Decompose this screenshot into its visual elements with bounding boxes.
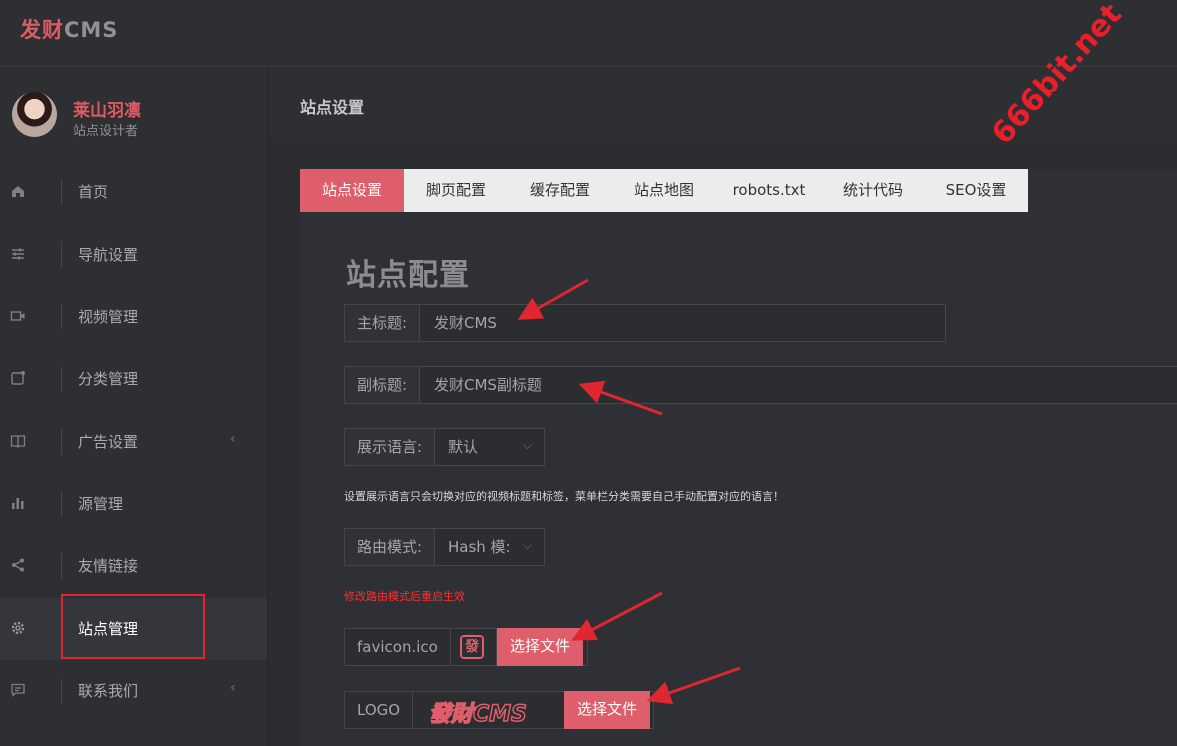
main-title-label: 主标题: bbox=[345, 305, 421, 341]
chevron-left-icon: ‹ bbox=[230, 680, 236, 696]
nav-separator bbox=[61, 242, 62, 268]
route-warning: 修改路由模式后重启生效 bbox=[344, 590, 465, 603]
favicon-choose-file-button[interactable]: 选择文件 bbox=[497, 628, 584, 666]
sidebar-item-label: 源管理 bbox=[78, 495, 124, 513]
language-label: 展示语言: bbox=[345, 429, 436, 465]
logo-preview-image: 發財CMS bbox=[428, 701, 527, 728]
sidebar-item-label: 广告设置 bbox=[78, 433, 139, 451]
sliders-icon bbox=[12, 248, 24, 260]
sidebar-item-navigation[interactable]: 导航设置 bbox=[0, 224, 267, 286]
language-selected-value: 默认 bbox=[448, 438, 479, 456]
tab-footer-config[interactable]: 脚页配置 bbox=[404, 169, 508, 212]
sidebar-item-source[interactable]: 源管理 bbox=[0, 473, 267, 535]
tab-stats-code[interactable]: 统计代码 bbox=[822, 169, 924, 212]
tab-seo[interactable]: SEO设置 bbox=[924, 169, 1028, 212]
language-hint: 设置展示语言只会切换对应的视频标题和标签，菜单栏分类需要自己手动配置对应的语言！ bbox=[344, 490, 784, 503]
nav-separator bbox=[61, 491, 62, 517]
sidebar-item-contact[interactable]: 联系我们 ‹ bbox=[0, 660, 267, 722]
video-icon bbox=[10, 311, 25, 321]
route-mode-selected-value: Hash 模: bbox=[448, 538, 511, 556]
annotation-highlight-box bbox=[61, 594, 205, 659]
logo-label: LOGO bbox=[345, 692, 414, 728]
logo-preview: 發財CMS bbox=[412, 692, 564, 728]
language-select[interactable]: 默认 ⌵ bbox=[436, 428, 545, 466]
favicon-preview: 發 bbox=[447, 629, 497, 665]
chevron-left-icon: ‹ bbox=[230, 431, 236, 447]
section-title: 站点配置 bbox=[346, 258, 470, 293]
gear-icon bbox=[11, 621, 25, 635]
tab-cache-config[interactable]: 缓存配置 bbox=[508, 169, 612, 212]
sidebar-item-links[interactable]: 友情链接 bbox=[0, 535, 267, 597]
sidebar-item-label: 视频管理 bbox=[78, 308, 139, 326]
brand-text-secondary: CMS bbox=[64, 18, 119, 42]
tab-sitemap[interactable]: 站点地图 bbox=[612, 169, 716, 212]
nav-separator bbox=[61, 429, 62, 455]
sidebar-item-category[interactable]: 分类管理 bbox=[0, 348, 267, 410]
nav-separator bbox=[61, 179, 62, 205]
logo-upload-row: LOGO 發財CMS 选择文件 bbox=[344, 691, 654, 729]
share-icon bbox=[12, 558, 24, 572]
sidebar-item-label: 联系我们 bbox=[78, 682, 139, 700]
favicon-upload-row: favicon.ico 發 选择文件 bbox=[344, 628, 588, 666]
sub-title-field: 副标题: 发财CMS副标题 bbox=[344, 366, 1177, 404]
nav-separator bbox=[61, 366, 62, 392]
main-title-input[interactable]: 发财CMS bbox=[434, 305, 497, 341]
chevron-down-icon: ⌵ bbox=[522, 538, 532, 552]
sidebar-item-label: 首页 bbox=[78, 183, 109, 201]
avatar bbox=[12, 92, 57, 137]
sidebar-item-label: 友情链接 bbox=[78, 557, 139, 575]
book-icon bbox=[10, 435, 26, 448]
sidebar-item-ads[interactable]: 广告设置 ‹ bbox=[0, 411, 267, 473]
sub-title-input[interactable]: 发财CMS副标题 bbox=[434, 367, 542, 403]
language-field: 展示语言: 默认 ⌵ bbox=[344, 428, 545, 466]
logo-choose-file-button[interactable]: 选择文件 bbox=[564, 691, 651, 729]
settings-tabs: 站点设置 脚页配置 缓存配置 站点地图 robots.txt 统计代码 SEO设… bbox=[300, 169, 1028, 212]
tab-robots[interactable]: robots.txt bbox=[716, 169, 822, 212]
tab-site-settings[interactable]: 站点设置 bbox=[300, 169, 404, 212]
user-name: 莱山羽凛 bbox=[73, 101, 141, 121]
sidebar-item-label: 导航设置 bbox=[78, 246, 139, 264]
route-mode-field: 路由模式: Hash 模: ⌵ bbox=[344, 528, 545, 566]
main-title-field: 主标题: 发财CMS bbox=[344, 304, 946, 342]
user-role: 站点设计者 bbox=[73, 124, 139, 139]
sub-title-label: 副标题: bbox=[345, 367, 421, 403]
favicon-label: favicon.ico bbox=[345, 629, 451, 665]
page-title: 站点设置 bbox=[300, 98, 365, 117]
sidebar-item-label: 分类管理 bbox=[78, 370, 139, 388]
route-mode-select[interactable]: Hash 模: ⌵ bbox=[436, 528, 545, 566]
brand-logo[interactable]: 发财CMS bbox=[20, 14, 118, 44]
nav-separator bbox=[61, 678, 62, 704]
user-profile[interactable]: 莱山羽凛 站点设计者 bbox=[12, 92, 252, 139]
favicon-preview-image: 發 bbox=[460, 635, 484, 659]
home-icon bbox=[12, 186, 24, 197]
top-bar: 发财CMS bbox=[0, 0, 1177, 67]
sidebar-item-video[interactable]: 视频管理 bbox=[0, 286, 267, 348]
sidebar-item-home[interactable]: 首页 bbox=[0, 161, 267, 223]
message-icon bbox=[11, 683, 25, 697]
category-icon bbox=[11, 371, 25, 385]
chevron-down-icon: ⌵ bbox=[522, 438, 532, 452]
nav-separator bbox=[61, 304, 62, 330]
route-mode-label: 路由模式: bbox=[345, 529, 436, 565]
brand-text-primary: 发财 bbox=[20, 18, 64, 42]
nav-separator bbox=[61, 553, 62, 579]
bar-chart-icon bbox=[12, 498, 24, 509]
